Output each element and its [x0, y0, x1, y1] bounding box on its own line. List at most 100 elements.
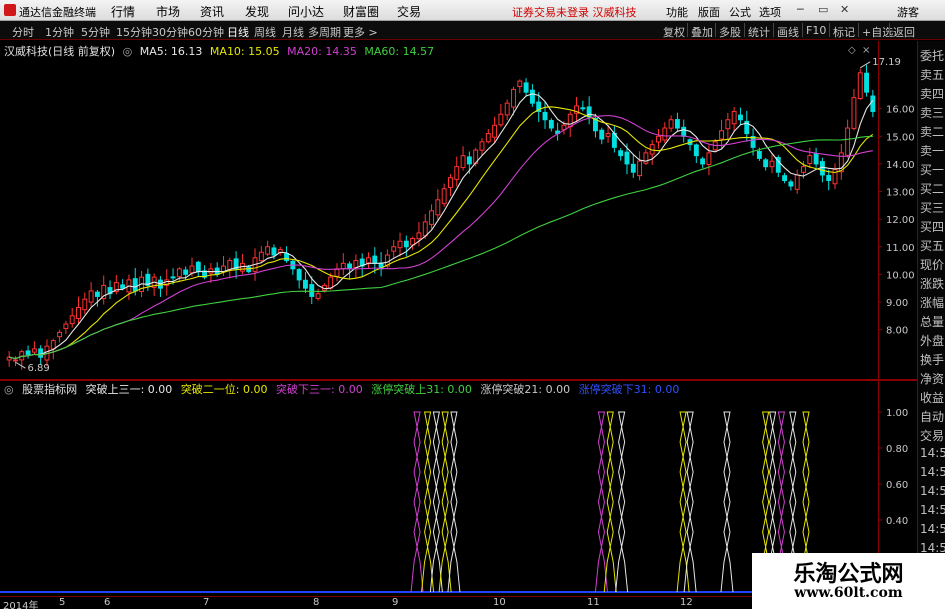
side-panel-item[interactable]: 买五 — [920, 237, 945, 254]
menu-ask[interactable]: 问小达 — [288, 3, 324, 20]
period-30min[interactable]: 30分钟 — [152, 24, 188, 40]
side-panel-item[interactable]: 委托 — [920, 47, 945, 64]
menu-function[interactable]: 功能 — [666, 4, 688, 20]
main-chart-header: 汉威科技(日线 前复权) ◎ MA5: 16.13 MA10: 15.05 MA… — [4, 43, 438, 58]
candle-body — [31, 348, 37, 353]
adjust-price-button[interactable]: 复权 — [663, 24, 685, 40]
candle-body — [63, 323, 69, 330]
side-panel-item[interactable]: 14:50 — [920, 484, 945, 498]
candle-body — [372, 255, 378, 264]
candle-body — [366, 257, 371, 264]
candle-body — [258, 251, 264, 262]
candle-body — [466, 156, 472, 165]
side-panel-item[interactable]: 自动 — [920, 408, 945, 425]
side-panel-item[interactable]: 卖二 — [920, 123, 945, 140]
side-panel-item[interactable]: 买一 — [920, 161, 945, 178]
price-chart[interactable]: 16.00 15.00 14.00 13.00 12.00 11.00 10.00 9.00 8… — [0, 41, 917, 380]
side-panel-item[interactable]: 收益 — [920, 389, 945, 406]
period-daily[interactable]: 日线 — [227, 24, 249, 40]
period-5min[interactable]: 5分钟 — [81, 24, 110, 40]
close-icon[interactable]: ✕ — [840, 3, 849, 16]
side-panel-item[interactable]: 买三 — [920, 199, 945, 216]
period-intraday[interactable]: 分时 — [12, 24, 34, 40]
gear-icon[interactable]: ◎ — [4, 383, 14, 396]
side-panel-item[interactable]: 卖三 — [920, 104, 945, 121]
side-panel-item[interactable]: 涨跌 — [920, 275, 945, 292]
candle-body — [756, 150, 762, 159]
candle-body — [580, 107, 586, 110]
candle-body — [700, 158, 706, 165]
side-panel-item[interactable]: 卖五 — [920, 66, 945, 83]
period-weekly[interactable]: 周线 — [254, 24, 276, 40]
restore-icon[interactable]: ▭ — [818, 3, 828, 16]
back-button[interactable]: 返回 — [893, 24, 915, 40]
ma60-label: MA60: 14.57 — [364, 45, 435, 58]
app-logo-icon — [4, 4, 16, 16]
minimize-icon[interactable]: ─ — [797, 3, 804, 16]
candle-body — [511, 88, 516, 108]
period-multi[interactable]: 多周期 — [308, 24, 341, 40]
menu-news[interactable]: 资讯 — [200, 3, 224, 20]
candle-body — [460, 155, 466, 169]
candle-body — [391, 246, 397, 252]
candle-body — [454, 166, 460, 180]
side-panel-item[interactable]: 14:50 — [920, 465, 945, 479]
candle-body — [517, 80, 523, 87]
date-label: 10 — [493, 597, 506, 608]
guest-label[interactable]: 游客 — [897, 4, 919, 20]
side-panel-item[interactable]: 换手 — [920, 351, 945, 368]
candle-body — [523, 82, 529, 93]
side-panel-item[interactable]: 现价 — [920, 256, 945, 273]
candle-body — [618, 150, 624, 157]
period-more[interactable]: 更多 > — [343, 24, 378, 40]
side-panel-item[interactable]: 卖四 — [920, 85, 945, 102]
menu-trade[interactable]: 交易 — [397, 3, 421, 20]
menu-layout[interactable]: 版面 — [698, 4, 720, 20]
gear-icon[interactable]: ◎ — [123, 45, 133, 58]
period-1min[interactable]: 1分钟 — [45, 24, 74, 40]
menu-options[interactable]: 选项 — [759, 4, 781, 20]
ma60-line — [9, 135, 873, 360]
side-panel-item[interactable]: 净资 — [920, 370, 945, 387]
period-toolbar: 分时 1分钟 5分钟 15分钟 30分钟 60分钟 日线 周线 月线 多周期 更… — [0, 21, 945, 40]
indicator-spike — [594, 411, 608, 593]
candle-body — [719, 130, 724, 140]
overlay-button[interactable]: 叠加 — [691, 24, 713, 40]
f10-button[interactable]: F10 — [806, 24, 826, 37]
side-panel-item[interactable]: 卖一 — [920, 142, 945, 159]
candle-body — [529, 89, 535, 104]
candle-body — [813, 153, 819, 165]
mark-button[interactable]: 标记 — [833, 24, 855, 40]
toolbar-divider — [687, 23, 688, 37]
period-monthly[interactable]: 月线 — [282, 24, 304, 40]
side-panel-item[interactable]: 交易 — [920, 427, 945, 444]
menu-market-list[interactable]: 市场 — [156, 3, 180, 20]
candle-body — [864, 72, 869, 93]
period-15min[interactable]: 15分钟 — [116, 24, 152, 40]
menu-wealth[interactable]: 财富圈 — [343, 3, 379, 20]
side-panel-item[interactable]: 涨幅 — [920, 294, 945, 311]
side-panel-item[interactable]: 14:50 — [920, 503, 945, 517]
multi-stock-button[interactable]: 多股 — [719, 24, 741, 40]
ma20-label: MA20: 14.35 — [287, 45, 357, 58]
side-panel-item[interactable]: 14:50 — [920, 446, 945, 460]
side-panel-item[interactable]: 买二 — [920, 180, 945, 197]
candle-body — [309, 284, 315, 297]
draw-line-button[interactable]: 画线 — [777, 24, 799, 40]
login-banner[interactable]: 证券交易未登录 汉威科技 — [512, 4, 637, 20]
candle-body — [788, 181, 794, 187]
indicator-label-6: 涨停突破下31: 0.00 — [578, 383, 680, 396]
side-panel-item[interactable]: 外盘 — [920, 332, 945, 349]
period-60min[interactable]: 60分钟 — [188, 24, 224, 40]
side-panel-item[interactable]: 买四 — [920, 218, 945, 235]
indicator-label-3: 突破下三一: 0.00 — [276, 383, 363, 396]
statistics-button[interactable]: 统计 — [748, 24, 770, 40]
candle-body — [845, 127, 851, 156]
menu-discover[interactable]: 发现 — [245, 3, 269, 20]
watermark-title: 乐淘公式网 — [793, 561, 904, 587]
date-label: 12 — [680, 597, 693, 608]
side-panel-item[interactable]: 总量 — [920, 313, 945, 330]
menu-market[interactable]: 行情 — [111, 3, 135, 20]
side-panel-item[interactable]: 14:50 — [920, 522, 945, 536]
menu-formula[interactable]: 公式 — [729, 4, 751, 20]
